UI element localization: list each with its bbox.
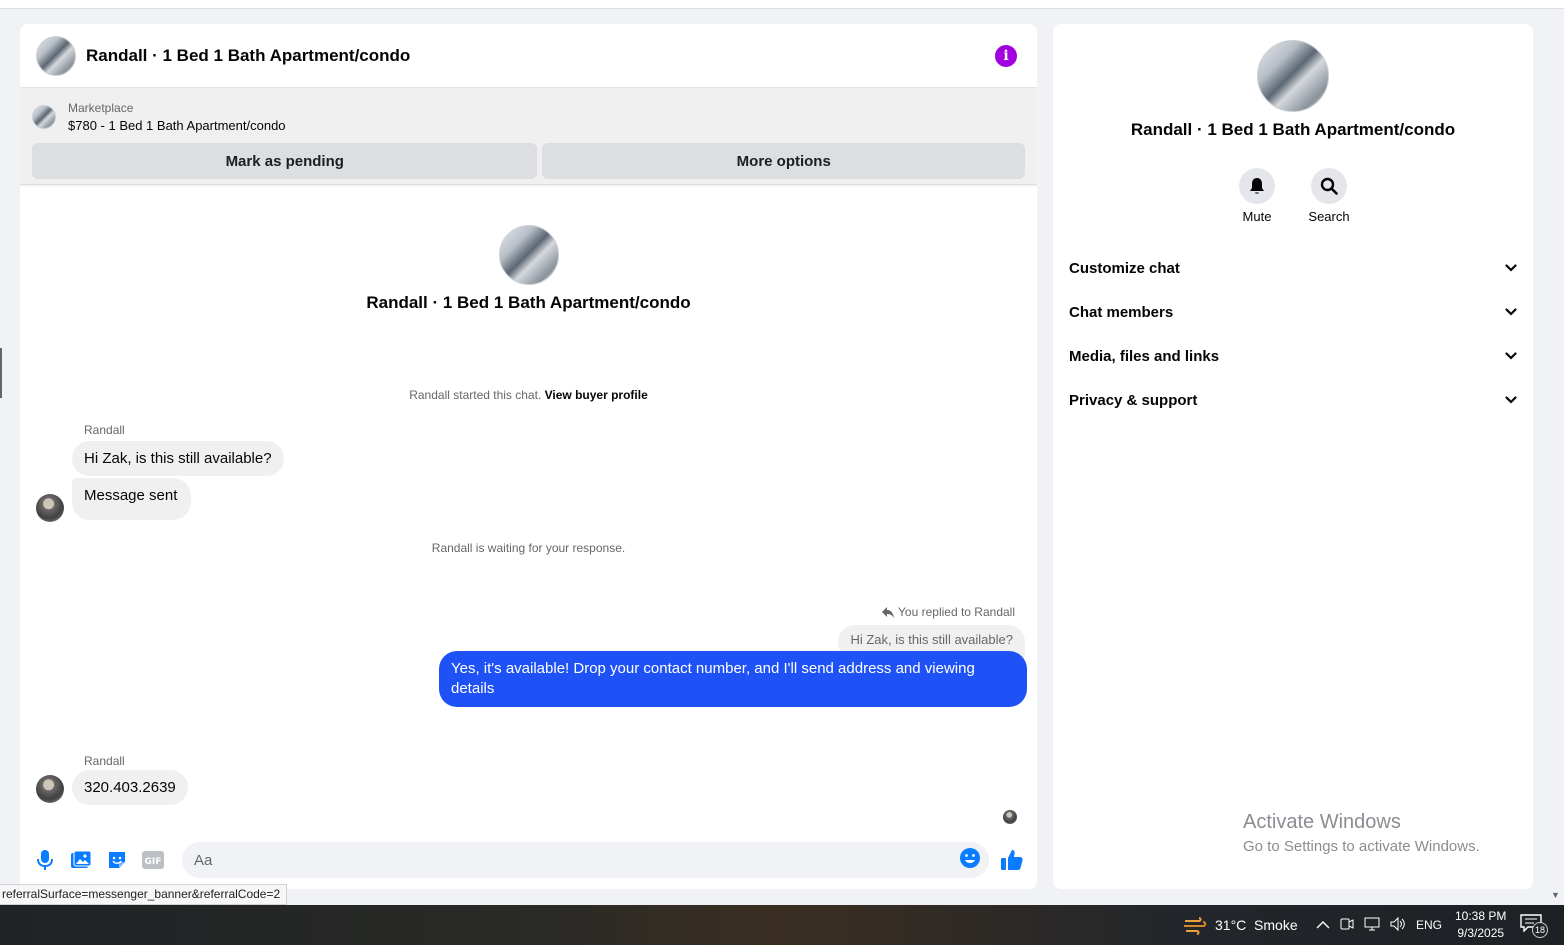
details-actions: Mute Search [1053,168,1533,224]
marketplace-banner: Marketplace $780 - 1 Bed 1 Bath Apartmen… [20,88,1037,185]
chat-title[interactable]: Randall · 1 Bed 1 Bath Apartment/condo [86,46,410,66]
bell-icon [1250,178,1264,194]
section-label: Chat members [1069,303,1174,321]
details-avatar[interactable] [1257,40,1329,112]
details-header: Randall · 1 Bed 1 Bath Apartment/condo [1053,24,1533,140]
reply-arrow-icon [882,606,895,618]
sender-avatar[interactable] [36,775,64,803]
notifications-icon[interactable]: 18 [1520,914,1548,938]
weather-text: 31°C Smoke [1215,917,1298,933]
thumbs-up-icon[interactable] [999,847,1025,873]
sender-name: Randall [84,754,125,768]
chevron-up-icon[interactable] [1316,918,1330,932]
mute-label: Mute [1242,209,1272,224]
privacy-support-section[interactable]: Privacy & support [1069,378,1517,422]
search-label: Search [1308,209,1350,224]
chevron-down-icon [1505,396,1517,404]
outgoing-message-bubble[interactable]: Yes, it's available! Drop your contact n… [439,651,1027,707]
chat-started-note: Randall started this chat. View buyer pr… [20,388,1037,402]
details-sections: Customize chat Chat members Media, files… [1053,246,1533,422]
chevron-down-icon [1505,352,1517,360]
intro-name: Randall · 1 Bed 1 Bath Apartment/condo [366,293,691,312]
listing-thumbnail[interactable] [32,105,56,129]
mute-button[interactable]: Mute [1239,168,1275,224]
message-bubble[interactable]: Message sent [72,478,192,520]
chat-header: Randall · 1 Bed 1 Bath Apartment/condo i [20,24,1037,88]
listing-title[interactable]: $780 - 1 Bed 1 Bath Apartment/condo [68,118,286,133]
replied-note: You replied to Randall [882,605,1015,619]
message-input-wrapper[interactable] [182,842,989,878]
media-files-links-section[interactable]: Media, files and links [1069,334,1517,378]
browser-top-strip [0,0,1564,9]
message-input[interactable] [194,851,959,869]
section-label: Customize chat [1069,259,1180,277]
chevron-down-icon [1505,308,1517,316]
chat-details-panel: Randall · 1 Bed 1 Bath Apartment/condo M… [1053,24,1533,889]
chat-avatar[interactable] [36,35,76,76]
sender-name: Randall [84,423,125,437]
emoji-icon[interactable] [959,847,981,874]
language-indicator[interactable]: ENG [1416,918,1442,932]
gif-icon[interactable]: GIF [140,847,166,873]
message-composer: GIF [20,831,1037,889]
photo-icon[interactable] [68,847,94,873]
clock-time: 10:38 PM [1455,909,1507,923]
marketplace-label: Marketplace [68,101,134,115]
search-button[interactable]: Search [1308,168,1350,224]
meet-now-icon[interactable] [1340,917,1354,934]
customize-chat-section[interactable]: Customize chat [1069,246,1517,290]
view-buyer-profile-link[interactable]: View buyer profile [545,388,648,402]
message-bubble[interactable]: Hi Zak, is this still available? [72,441,284,476]
info-icon[interactable]: i [995,44,1017,67]
clock-date: 9/3/2025 [1457,926,1505,940]
details-name: Randall · 1 Bed 1 Bath Apartment/condo [1130,120,1456,139]
weather-widget[interactable]: 31°C Smoke [1183,905,1298,945]
sticker-icon[interactable] [104,847,130,873]
left-edge-handle [0,348,3,398]
replied-note-text: You replied to Randall [898,605,1015,619]
seen-indicator-avatar [1003,810,1017,824]
thread-intro: Randall · 1 Bed 1 Bath Apartment/condo [20,225,1037,313]
scroll-down-arrow-icon[interactable]: ▼ [1551,890,1560,900]
waiting-note: Randall is waiting for your response. [431,541,626,555]
watermark-subtitle: Go to Settings to activate Windows. [1243,838,1480,855]
more-options-button[interactable]: More options [542,143,1025,179]
watermark-title: Activate Windows [1243,811,1401,833]
microphone-icon[interactable] [32,847,58,873]
gif-label: GIF [145,857,162,867]
search-icon [1320,177,1338,195]
network-icon[interactable] [1364,917,1380,934]
message-bubble[interactable]: 320.403.2639 [72,770,188,805]
system-tray: ENG [1316,905,1442,945]
taskbar-clock[interactable]: 10:38 PM 9/3/2025 [1455,908,1506,942]
section-label: Privacy & support [1069,391,1198,409]
intro-avatar[interactable] [498,225,559,285]
smoke-weather-icon [1184,917,1207,935]
section-label: Media, files and links [1069,347,1220,365]
chat-started-text: Randall started this chat. [409,388,542,402]
chat-members-section[interactable]: Chat members [1069,290,1517,334]
sender-avatar[interactable] [36,494,64,522]
status-bar-url: referralSurface=messenger_banner&referra… [0,884,288,905]
message-thread: Randall · 1 Bed 1 Bath Apartment/condo R… [20,185,1037,825]
notification-count-badge: 18 [1532,922,1548,938]
mark-as-pending-button[interactable]: Mark as pending [32,143,538,179]
chat-panel: Randall · 1 Bed 1 Bath Apartment/condo i… [20,24,1037,889]
windows-taskbar: 31°C Smoke ENG 10:38 PM 9/3/2025 18 [0,905,1564,945]
activate-windows-watermark: Activate Windows Go to Settings to activ… [1243,811,1480,855]
chevron-down-icon [1505,264,1517,272]
volume-icon[interactable] [1390,916,1406,934]
